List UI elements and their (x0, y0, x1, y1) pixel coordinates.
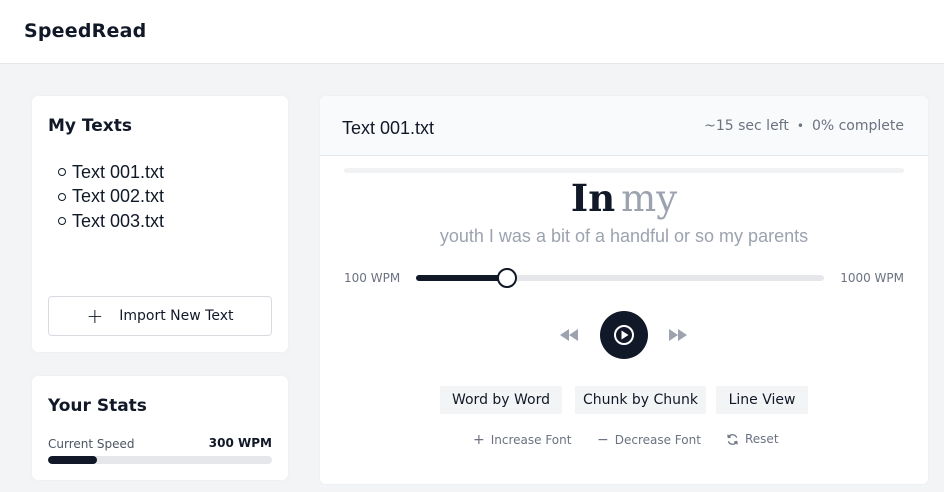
file-label: Text 002.txt (72, 186, 165, 207)
file-item-1[interactable]: Text 001.txt (56, 160, 164, 185)
wpm-slider-thumb[interactable] (496, 268, 517, 288)
percent-complete: 0% complete (811, 118, 904, 134)
bullet-icon (58, 168, 66, 177)
minus-icon: − (597, 432, 609, 448)
decrease-font-label: Decrease Font (614, 433, 701, 447)
document-title: Text 001.txt (342, 118, 435, 138)
focus-display: In my (320, 176, 928, 221)
rewind-button[interactable] (556, 323, 582, 347)
increase-font-button[interactable]: + Increase Font (473, 432, 571, 448)
reset-label: Reset (745, 432, 779, 446)
file-item-2[interactable]: Text 002.txt (56, 185, 164, 210)
reader-header: Text 001.txt ~15 sec left • 0% complete (320, 96, 928, 156)
your-stats-title: Your Stats (48, 396, 147, 416)
fast-forward-button[interactable] (665, 323, 691, 347)
import-label: Import New Text (119, 308, 234, 324)
your-stats-card: Your Stats Current Speed 300 WPM (32, 376, 288, 480)
file-label: Text 001.txt (72, 161, 165, 182)
my-texts-title: My Texts (48, 116, 132, 136)
bullet-icon (58, 192, 66, 201)
time-left: ~15 sec left (704, 118, 789, 134)
reset-font-button[interactable]: Reset (726, 432, 779, 446)
current-speed-bar-fill (48, 456, 98, 464)
mode-line-view-button[interactable]: Line View (716, 386, 808, 414)
wpm-max-label: 1000 WPM (840, 271, 904, 285)
rewind-icon (560, 329, 578, 341)
increase-font-label: Increase Font (490, 433, 572, 447)
focus-word: In (570, 176, 616, 220)
file-label: Text 003.txt (72, 210, 165, 231)
file-list: Text 001.txt Text 002.txt Text 003.txt (56, 160, 164, 234)
meta-separator: • (796, 119, 804, 133)
play-button[interactable] (600, 311, 648, 359)
my-texts-card: My Texts Text 001.txt Text 002.txt Text … (32, 96, 288, 352)
wpm-slider[interactable] (416, 268, 824, 288)
wpm-min-label: 100 WPM (344, 271, 401, 285)
mode-chunk-by-chunk-button[interactable]: Chunk by Chunk (575, 386, 706, 414)
reading-progress-bar (344, 168, 904, 173)
current-speed-value: 300 WPM (208, 436, 272, 450)
wpm-slider-fill (416, 275, 507, 281)
reading-meta: ~15 sec left • 0% complete (704, 118, 904, 134)
fast-forward-icon (669, 329, 687, 341)
import-new-text-button[interactable]: + Import New Text (48, 296, 272, 336)
plus-icon: + (86, 304, 104, 328)
refresh-icon (726, 433, 739, 446)
plus-icon: + (473, 432, 485, 448)
play-icon (614, 325, 634, 345)
context-text: youth I was a bit of a handful or so my … (439, 226, 809, 246)
top-bar: SpeedRead (0, 0, 944, 64)
app-logo: SpeedRead (24, 20, 147, 42)
bullet-icon (58, 217, 66, 226)
file-item-3[interactable]: Text 003.txt (56, 209, 164, 234)
reader-panel: Text 001.txt ~15 sec left • 0% complete … (320, 96, 928, 484)
mode-word-by-word-button[interactable]: Word by Word (440, 386, 562, 414)
current-speed-bar (48, 456, 272, 464)
next-word: my (621, 177, 678, 220)
current-speed-label: Current Speed (48, 437, 135, 451)
decrease-font-button[interactable]: − Decrease Font (597, 432, 701, 448)
